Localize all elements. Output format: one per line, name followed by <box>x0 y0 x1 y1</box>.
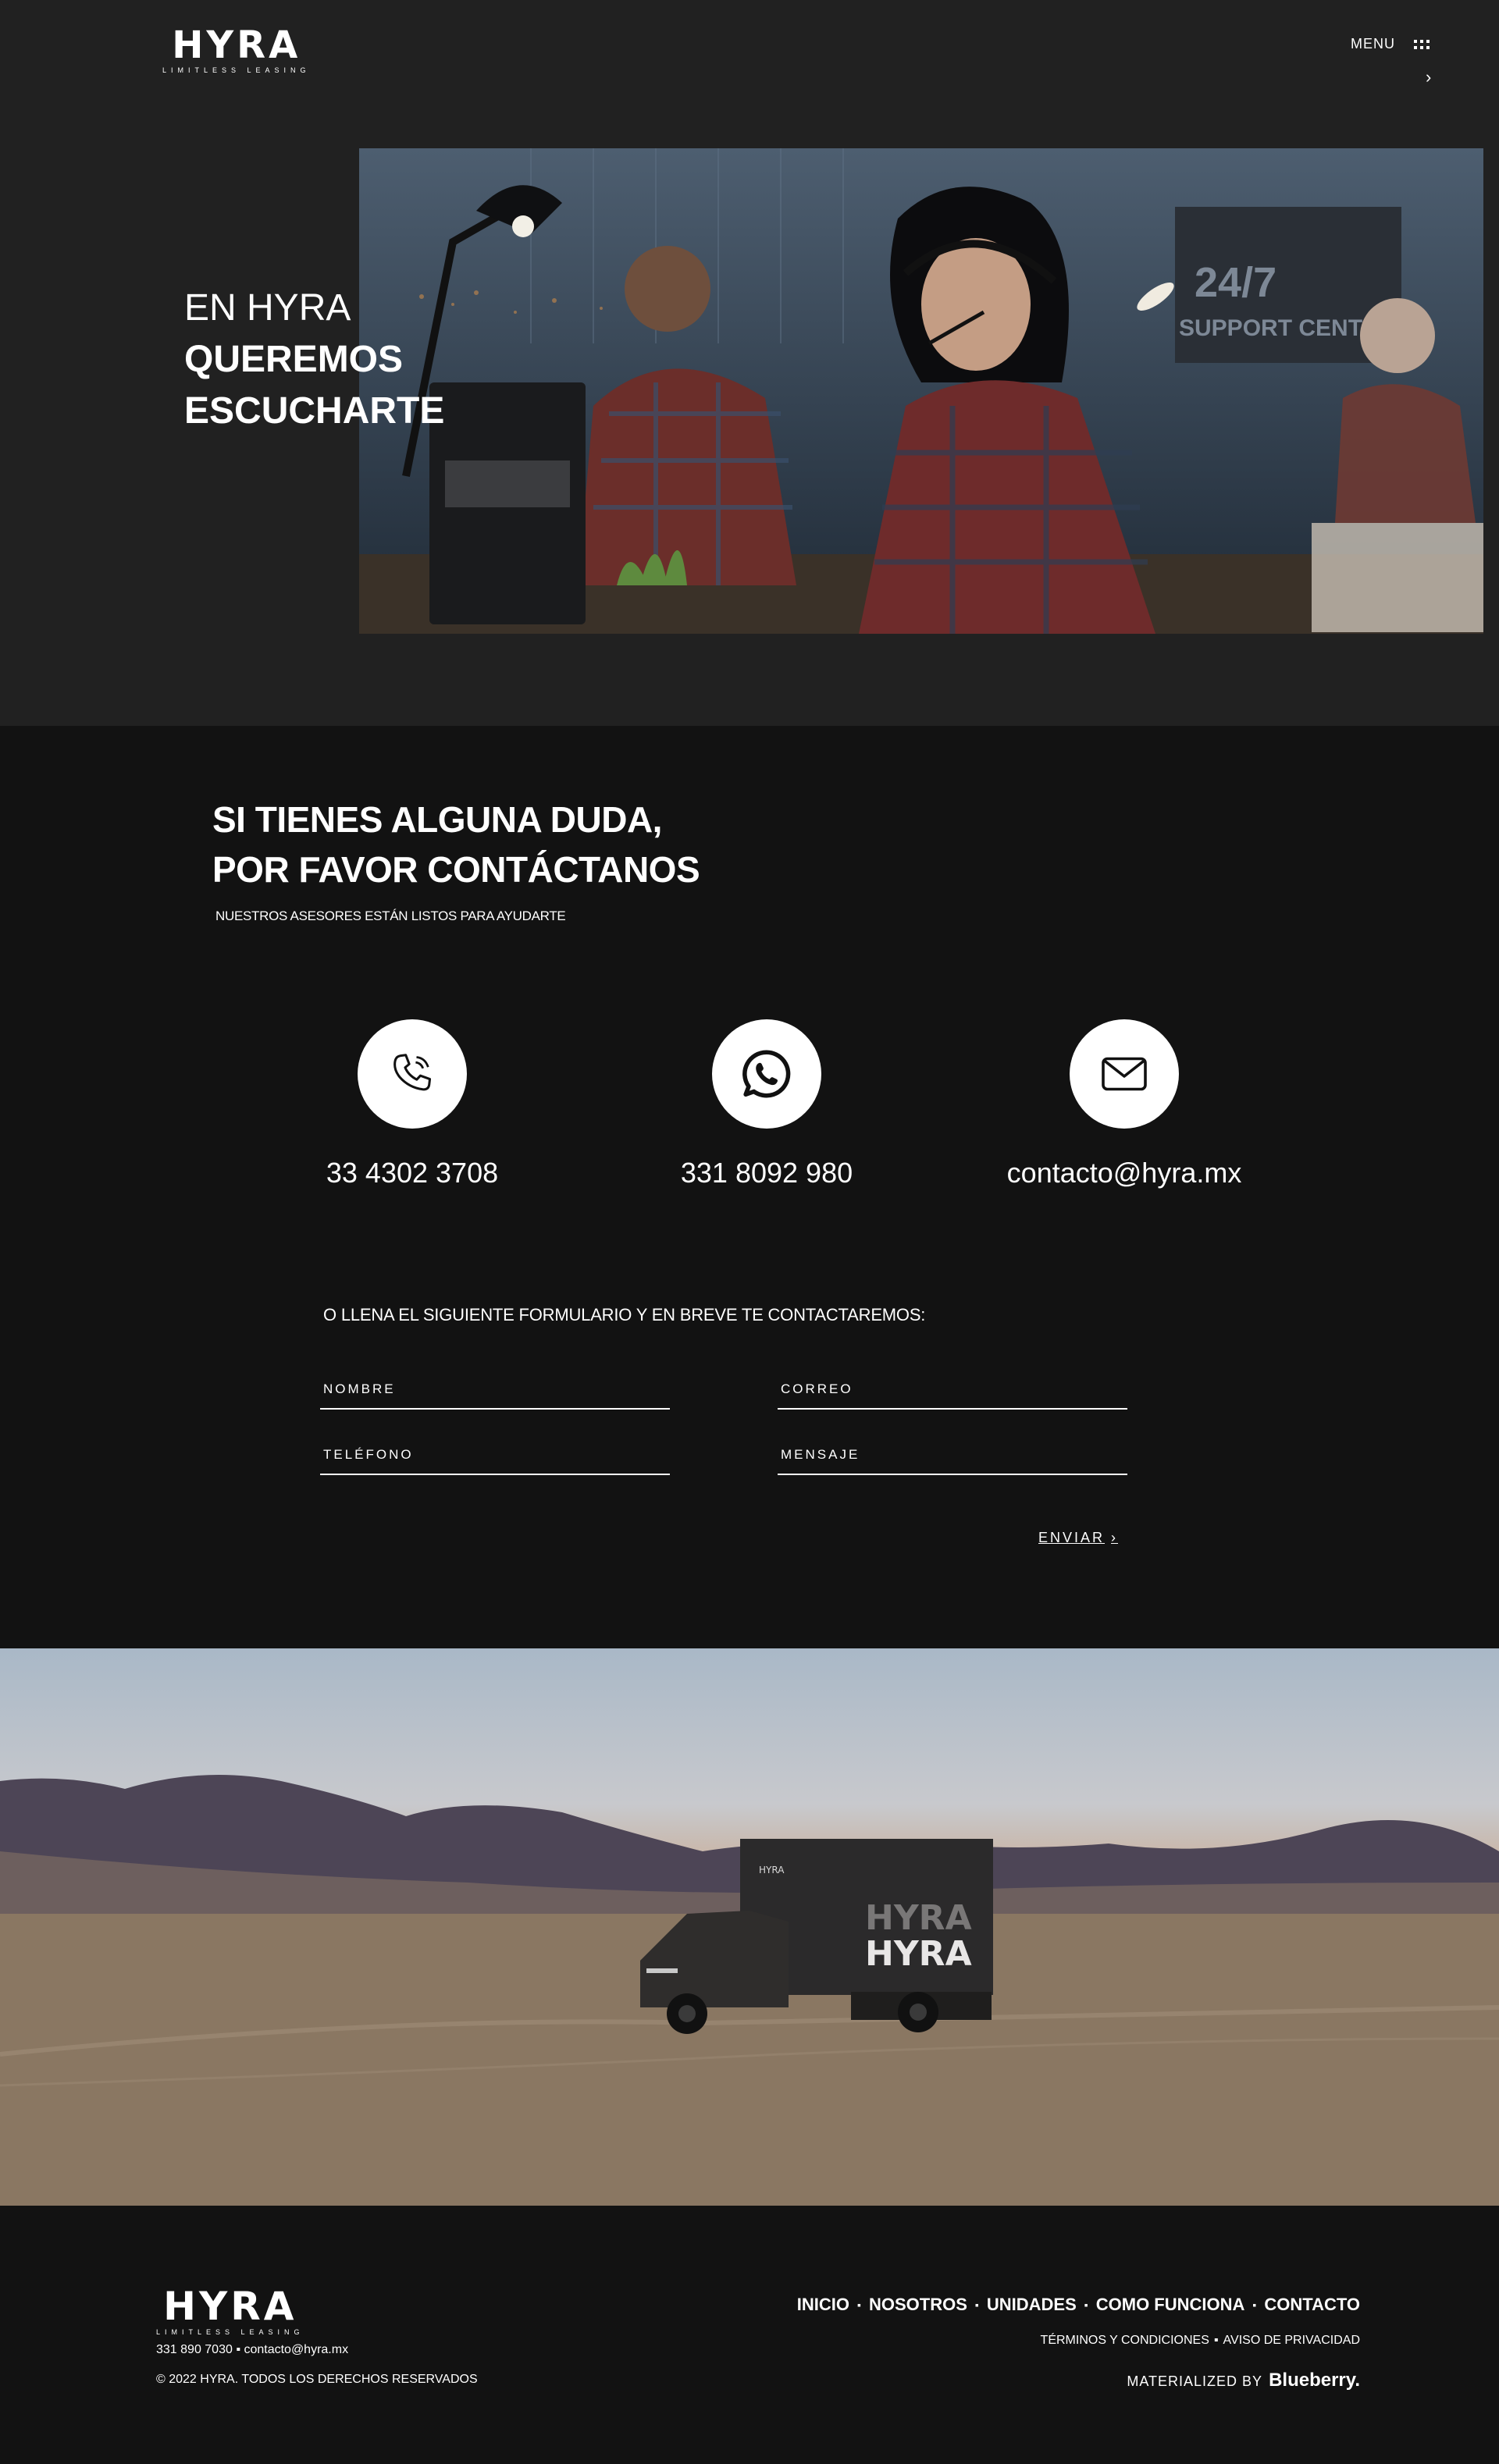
footer-nav-inicio[interactable]: INICIO <box>797 2295 849 2315</box>
footer-nav-nosotros[interactable]: NOSOTROS <box>869 2295 967 2315</box>
menu-label: MENU <box>1351 36 1395 52</box>
footer-nav-como-funciona[interactable]: COMO FUNCIONA <box>1096 2295 1245 2315</box>
hero-title-line-2: QUEREMOS <box>184 339 404 380</box>
svg-text:24/7: 24/7 <box>1195 259 1276 306</box>
contact-phone-number[interactable]: 33 4302 3708 <box>326 1157 498 1189</box>
chevron-right-icon[interactable]: › <box>1426 67 1431 87</box>
email-icon <box>1102 1057 1147 1091</box>
footer-nav-separator: ▪ <box>974 2299 979 2311</box>
footer-nav-contacto[interactable]: CONTACTO <box>1264 2295 1360 2315</box>
footer-legal-separator: ▪ <box>1213 2334 1219 2347</box>
phone-input[interactable] <box>320 1436 670 1475</box>
email-input[interactable] <box>778 1371 1127 1410</box>
chevron-right-icon: › <box>1111 1530 1119 1545</box>
terms-link[interactable]: TÉRMINOS Y CONDICIONES <box>1041 2334 1209 2348</box>
menu-button[interactable]: MENU <box>1351 36 1430 52</box>
footer-nav-separator: ▪ <box>1252 2299 1257 2311</box>
made-by-brand: Blueberry. <box>1269 2370 1360 2391</box>
submit-label: ENVIAR <box>1038 1530 1106 1545</box>
truck-brand: HYRA <box>865 1934 972 1974</box>
contact-heading-line-2: POR FAVOR CONTÁCTANOS <box>212 849 700 890</box>
footer-contact: 331 890 7030 ▪ contacto@hyra.mx <box>156 2343 348 2357</box>
header-logo[interactable]: HYRA LIMITLESS LEASING <box>162 27 311 74</box>
contact-email[interactable]: contacto@hyra.mx <box>945 1019 1304 1189</box>
name-input[interactable] <box>320 1371 670 1410</box>
logo-wordmark: HYRA <box>172 23 301 67</box>
privacy-link[interactable]: AVISO DE PRIVACIDAD <box>1223 2334 1360 2348</box>
contact-whatsapp[interactable]: 331 8092 980 <box>587 1019 946 1189</box>
contact-subheading: NUESTROS ASESORES ESTÁN LISTOS PARA AYUD… <box>215 908 566 923</box>
contact-phone[interactable]: 33 4302 3708 <box>233 1019 592 1189</box>
contact-whatsapp-circle[interactable] <box>712 1019 821 1129</box>
footer-nav-separator: ▪ <box>1084 2299 1088 2311</box>
hero-title-line-3: ESCUCHARTE <box>184 390 445 432</box>
svg-text:HYRA: HYRA <box>759 1865 785 1876</box>
message-input[interactable] <box>778 1436 1127 1475</box>
contact-email-circle[interactable] <box>1070 1019 1179 1129</box>
made-by-label: MATERIALIZED BY <box>1127 2373 1263 2389</box>
hero-title: EN HYRA QUEREMOS ESCUCHARTE <box>184 283 444 437</box>
contact-heading-line-1: SI TIENES ALGUNA DUDA, <box>212 799 662 840</box>
footer-logo-tagline: LIMITLESS LEASING <box>156 2328 304 2336</box>
footer-legal: TÉRMINOS Y CONDICIONES ▪ AVISO DE PRIVAC… <box>1041 2334 1360 2348</box>
footer-nav: INICIO ▪ NOSOTROS ▪ UNIDADES ▪ COMO FUNC… <box>797 2295 1360 2315</box>
contact-email-address[interactable]: contacto@hyra.mx <box>1007 1157 1242 1189</box>
hero-image: 24/7 SUPPORT CENTER <box>359 148 1483 634</box>
footer-logo-wordmark: HYRA <box>163 2284 297 2329</box>
footer-email[interactable]: contacto@hyra.mx <box>244 2343 348 2356</box>
truck-landscape-photo: HYRA HYRA HYRA <box>0 1775 1499 2206</box>
whatsapp-icon <box>742 1050 791 1098</box>
call-center-photo: 24/7 SUPPORT CENTER <box>359 148 1483 634</box>
form-intro: O LLENA EL SIGUIENTE FORMULARIO Y EN BRE… <box>323 1305 926 1324</box>
footer-nav-separator: ▪ <box>857 2299 861 2311</box>
footer-separator: ▪ <box>236 2343 240 2356</box>
footer-nav-unidades[interactable]: UNIDADES <box>987 2295 1077 2315</box>
footer-copyright: © 2022 HYRA. TODOS LOS DERECHOS RESERVAD… <box>156 2373 478 2386</box>
phone-icon <box>393 1054 432 1091</box>
hero-section: HYRA LIMITLESS LEASING MENU › 24/7 SUPPO… <box>0 0 1499 726</box>
hero-title-light: EN HYRA <box>184 287 351 329</box>
submit-button[interactable]: ENVIAR › <box>1038 1530 1118 1546</box>
svg-text:HYRA: HYRA <box>865 1898 972 1938</box>
contact-phone-circle[interactable] <box>358 1019 467 1129</box>
made-by[interactable]: MATERIALIZED BY Blueberry. <box>1127 2370 1360 2391</box>
footer-logo[interactable]: HYRA LIMITLESS LEASING <box>156 2287 304 2336</box>
contact-whatsapp-number[interactable]: 331 8092 980 <box>681 1157 853 1189</box>
menu-dots-icon <box>1414 39 1430 49</box>
footer-phone[interactable]: 331 890 7030 <box>156 2343 233 2356</box>
logo-tagline: LIMITLESS LEASING <box>162 66 311 74</box>
landscape-banner: HYRA HYRA HYRA <box>0 1648 1499 2206</box>
contact-heading: SI TIENES ALGUNA DUDA, POR FAVOR CONTÁCT… <box>212 795 700 894</box>
